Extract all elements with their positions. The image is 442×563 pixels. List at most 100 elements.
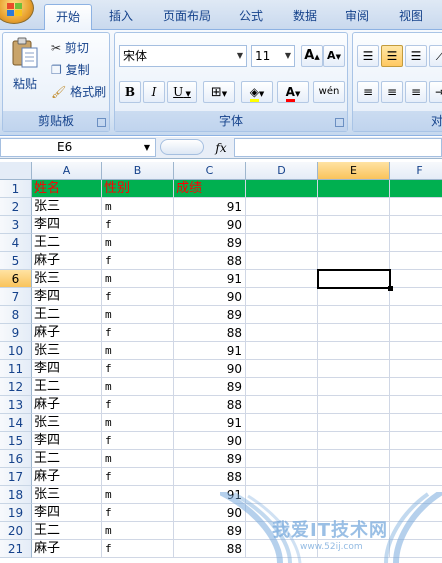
cell-b21[interactable]: f — [102, 540, 174, 558]
cell-a15[interactable]: 李四 — [32, 432, 102, 450]
cell-a2[interactable]: 张三 — [32, 198, 102, 216]
format-painter-button[interactable]: 🖌 格式刷 — [51, 83, 106, 100]
cell-f7[interactable] — [390, 288, 442, 306]
cell-b7[interactable]: f — [102, 288, 174, 306]
cell-d4[interactable] — [246, 234, 318, 252]
cell-b20[interactable]: m — [102, 522, 174, 540]
cell-b19[interactable]: f — [102, 504, 174, 522]
tab-insert[interactable]: 插入 — [100, 4, 142, 30]
tab-view[interactable]: 视图 — [388, 4, 434, 30]
column-header-b[interactable]: B — [102, 162, 174, 180]
cell-f18[interactable] — [390, 486, 442, 504]
copy-button[interactable]: ❐ 复制 — [51, 61, 90, 78]
font-dialog-launcher[interactable] — [335, 118, 344, 127]
cell-c21[interactable]: 88 — [174, 540, 246, 558]
tab-data[interactable]: 数据 — [282, 4, 328, 30]
cell-a17[interactable]: 麻子 — [32, 468, 102, 486]
office-button[interactable] — [0, 0, 34, 24]
cell-c18[interactable]: 91 — [174, 486, 246, 504]
cell-e18[interactable] — [318, 486, 390, 504]
row-header[interactable]: 6 — [0, 270, 32, 288]
cell-d14[interactable] — [246, 414, 318, 432]
active-cell-selection[interactable] — [317, 269, 393, 291]
cell-d2[interactable] — [246, 198, 318, 216]
row-header[interactable]: 16 — [0, 450, 32, 468]
phonetic-button[interactable]: wén — [313, 81, 345, 103]
row-header[interactable]: 18 — [0, 486, 32, 504]
row-header[interactable]: 11 — [0, 360, 32, 378]
shrink-font-button[interactable]: A▼ — [323, 45, 345, 67]
cell-e3[interactable] — [318, 216, 390, 234]
cell-a19[interactable]: 李四 — [32, 504, 102, 522]
row-header[interactable]: 8 — [0, 306, 32, 324]
cell-b18[interactable]: m — [102, 486, 174, 504]
cell-d9[interactable] — [246, 324, 318, 342]
column-header-e[interactable]: E — [318, 162, 390, 180]
row-header[interactable]: 2 — [0, 198, 32, 216]
column-header-d[interactable]: D — [246, 162, 318, 180]
font-name-combo[interactable]: 宋体 ▼ — [119, 45, 247, 67]
cell-b9[interactable]: f — [102, 324, 174, 342]
cell-e1[interactable] — [318, 180, 390, 198]
cell-c5[interactable]: 88 — [174, 252, 246, 270]
cell-e17[interactable] — [318, 468, 390, 486]
cell-c9[interactable]: 88 — [174, 324, 246, 342]
cell-c12[interactable]: 89 — [174, 378, 246, 396]
orientation-button[interactable]: ⟋ — [429, 45, 442, 67]
column-header-c[interactable]: C — [174, 162, 246, 180]
cell-f3[interactable] — [390, 216, 442, 234]
grow-font-button[interactable]: A▲ — [301, 45, 323, 67]
cell-d1[interactable] — [246, 180, 318, 198]
cell-c20[interactable]: 89 — [174, 522, 246, 540]
cell-f2[interactable] — [390, 198, 442, 216]
row-header[interactable]: 20 — [0, 522, 32, 540]
cell-c17[interactable]: 88 — [174, 468, 246, 486]
row-header[interactable]: 7 — [0, 288, 32, 306]
cell-d3[interactable] — [246, 216, 318, 234]
cell-c2[interactable]: 91 — [174, 198, 246, 216]
cell-e4[interactable] — [318, 234, 390, 252]
cell-a10[interactable]: 张三 — [32, 342, 102, 360]
cell-f14[interactable] — [390, 414, 442, 432]
font-size-combo[interactable]: 11 ▼ — [251, 45, 295, 67]
tab-formulas[interactable]: 公式 — [228, 4, 274, 30]
cell-c4[interactable]: 89 — [174, 234, 246, 252]
cell-c1[interactable]: 成绩 — [174, 180, 246, 198]
fill-handle[interactable] — [388, 286, 393, 291]
row-header[interactable]: 17 — [0, 468, 32, 486]
row-header[interactable]: 21 — [0, 540, 32, 558]
cell-f15[interactable] — [390, 432, 442, 450]
italic-button[interactable]: I — [143, 81, 165, 103]
tab-home[interactable]: 开始 — [44, 4, 92, 30]
cell-f4[interactable] — [390, 234, 442, 252]
cell-e9[interactable] — [318, 324, 390, 342]
cell-a9[interactable]: 麻子 — [32, 324, 102, 342]
cell-c6[interactable]: 91 — [174, 270, 246, 288]
tab-review[interactable]: 审阅 — [334, 4, 380, 30]
cell-f16[interactable] — [390, 450, 442, 468]
cell-d16[interactable] — [246, 450, 318, 468]
formula-input[interactable] — [234, 138, 442, 157]
cell-f1[interactable] — [390, 180, 442, 198]
cell-b12[interactable]: m — [102, 378, 174, 396]
row-header[interactable]: 14 — [0, 414, 32, 432]
cell-f6[interactable] — [390, 270, 442, 288]
cell-d8[interactable] — [246, 306, 318, 324]
cell-d12[interactable] — [246, 378, 318, 396]
cell-f21[interactable] — [390, 540, 442, 558]
row-header[interactable]: 1 — [0, 180, 32, 198]
cell-c10[interactable]: 91 — [174, 342, 246, 360]
cell-d5[interactable] — [246, 252, 318, 270]
align-bottom-button[interactable]: ☰ — [405, 45, 427, 67]
cell-b16[interactable]: m — [102, 450, 174, 468]
cell-d7[interactable] — [246, 288, 318, 306]
cell-b15[interactable]: f — [102, 432, 174, 450]
cell-b11[interactable]: f — [102, 360, 174, 378]
cell-b1[interactable]: 性别 — [102, 180, 174, 198]
cell-d18[interactable] — [246, 486, 318, 504]
cell-e15[interactable] — [318, 432, 390, 450]
formula-bar-splitter[interactable] — [160, 139, 204, 155]
cell-a18[interactable]: 张三 — [32, 486, 102, 504]
row-header[interactable]: 4 — [0, 234, 32, 252]
cell-a8[interactable]: 王二 — [32, 306, 102, 324]
